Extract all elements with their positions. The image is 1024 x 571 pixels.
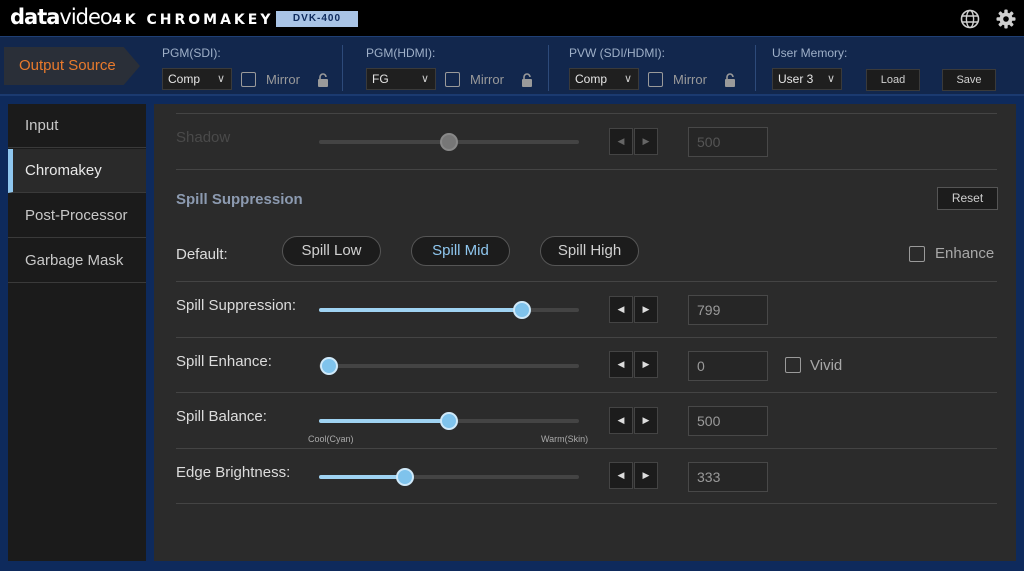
pgm-hdmi-mirror-checkbox[interactable] [445,72,460,87]
shadow-slider[interactable] [319,133,579,151]
chevron-down-icon: ∨ [216,73,225,85]
pvw-mirror-label: Mirror [673,72,707,87]
slider-fill [319,419,449,423]
app-header: datavideo 4K CHROMAKEY DVK-400 [0,0,1024,36]
spill-enhance-increase-button[interactable]: ▶ [634,351,658,378]
spill-mid-button[interactable]: Spill Mid [411,236,510,266]
model-badge: DVK-400 [276,11,358,27]
save-button[interactable]: Save [942,69,996,91]
slider-fill [319,475,405,479]
slider-knob[interactable] [512,301,531,319]
pgm-sdi-mirror-label: Mirror [266,72,300,87]
divider [176,337,997,338]
spill-balance-label: Spill Balance: [176,408,267,425]
pgm-hdmi-mirror-label: Mirror [470,72,504,87]
main-panel [154,104,1016,561]
enhance-checkbox[interactable] [909,246,925,262]
pgm-hdmi-label: PGM(HDMI): [366,46,436,60]
spill-enhance-decrease-button[interactable]: ◀ [609,351,633,378]
chevron-down-icon: ∨ [420,73,429,85]
spill-suppression-value[interactable]: 799 [688,295,768,325]
spill-enhance-slider[interactable] [319,357,579,375]
spill-enhance-value[interactable]: 0 [688,351,768,381]
vivid-label: Vivid [810,357,843,374]
slider-knob[interactable] [320,357,338,375]
spill-suppression-decrease-button[interactable]: ◀ [609,296,633,323]
divider [548,45,549,91]
gear-icon[interactable] [995,8,1017,30]
spill-balance-decrease-button[interactable]: ◀ [609,407,633,434]
lock-icon[interactable] [724,73,736,87]
spill-high-button[interactable]: Spill High [540,236,639,266]
spill-suppression-slider[interactable] [319,301,579,319]
nav-item-input[interactable]: Input [8,104,146,148]
product-name: 4K CHROMAKEY [112,12,274,28]
warm-skin-label: Warm(Skin) [541,434,589,444]
spill-suppression-increase-button[interactable]: ▶ [634,296,658,323]
divider [176,169,997,170]
load-button[interactable]: Load [866,69,920,91]
edge-brightness-increase-button[interactable]: ▶ [634,462,658,489]
cool-cyan-label: Cool(Cyan) [308,434,354,444]
divider [176,281,997,282]
vivid-checkbox[interactable] [785,357,801,373]
spill-balance-increase-button[interactable]: ▶ [634,407,658,434]
slider-knob[interactable] [440,412,458,430]
nav-item-chromakey[interactable]: Chromakey [8,149,146,193]
pvw-label: PVW (SDI/HDMI): [569,46,665,60]
output-source-label: Output Source [4,47,140,85]
nav-item-post-processor[interactable]: Post-Processor [8,194,146,238]
edge-brightness-value[interactable]: 333 [688,462,768,492]
source-bar: Output Source PGM(SDI): Comp ∨ Mirror PGM… [0,36,1024,96]
enhance-label: Enhance [935,245,995,262]
spill-balance-value[interactable]: 500 [688,406,768,436]
divider [755,45,756,91]
divider [176,448,997,449]
divider [176,503,997,504]
edge-brightness-label: Edge Brightness: [176,464,291,481]
reset-button[interactable]: Reset [937,187,998,210]
default-label: Default: [176,246,228,263]
nav-item-garbage-mask[interactable]: Garbage Mask [8,239,146,283]
shadow-decrease-button[interactable]: ◀ [609,128,633,155]
divider [176,113,997,114]
brand-logo: datavideo [10,5,113,29]
pgm-sdi-label: PGM(SDI): [162,46,221,60]
section-title: Spill Suppression [176,191,303,208]
chevron-down-icon: ∨ [826,73,835,85]
shadow-value[interactable]: 500 [688,127,768,157]
spill-suppression-label: Spill Suppression: [176,297,297,314]
slider-knob[interactable] [395,468,414,486]
divider [342,45,343,91]
user-memory-label: User Memory: [772,46,848,60]
spill-low-button[interactable]: Spill Low [282,236,381,266]
chevron-down-icon: ∨ [623,73,632,85]
divider [176,392,997,393]
spill-balance-slider[interactable] [319,412,579,430]
pgm-sdi-mirror-checkbox[interactable] [241,72,256,87]
lock-icon[interactable] [317,73,329,87]
globe-icon[interactable] [959,8,981,30]
spill-enhance-label: Spill Enhance: [176,353,272,370]
pgm-hdmi-select[interactable]: FG ∨ [366,68,436,90]
user-memory-select[interactable]: User 3 ∨ [772,68,842,90]
sidebar-nav: Input Chromakey Post-Processor Garbage M… [8,104,146,561]
lock-icon[interactable] [521,73,533,87]
shadow-increase-button[interactable]: ▶ [634,128,658,155]
pvw-mirror-checkbox[interactable] [648,72,663,87]
edge-brightness-decrease-button[interactable]: ◀ [609,462,633,489]
pgm-sdi-select[interactable]: Comp ∨ [162,68,232,90]
shadow-label: Shadow [176,129,231,146]
pvw-select[interactable]: Comp ∨ [569,68,639,90]
slider-knob[interactable] [440,133,458,151]
slider-fill [319,308,522,312]
edge-brightness-slider[interactable] [319,468,579,486]
